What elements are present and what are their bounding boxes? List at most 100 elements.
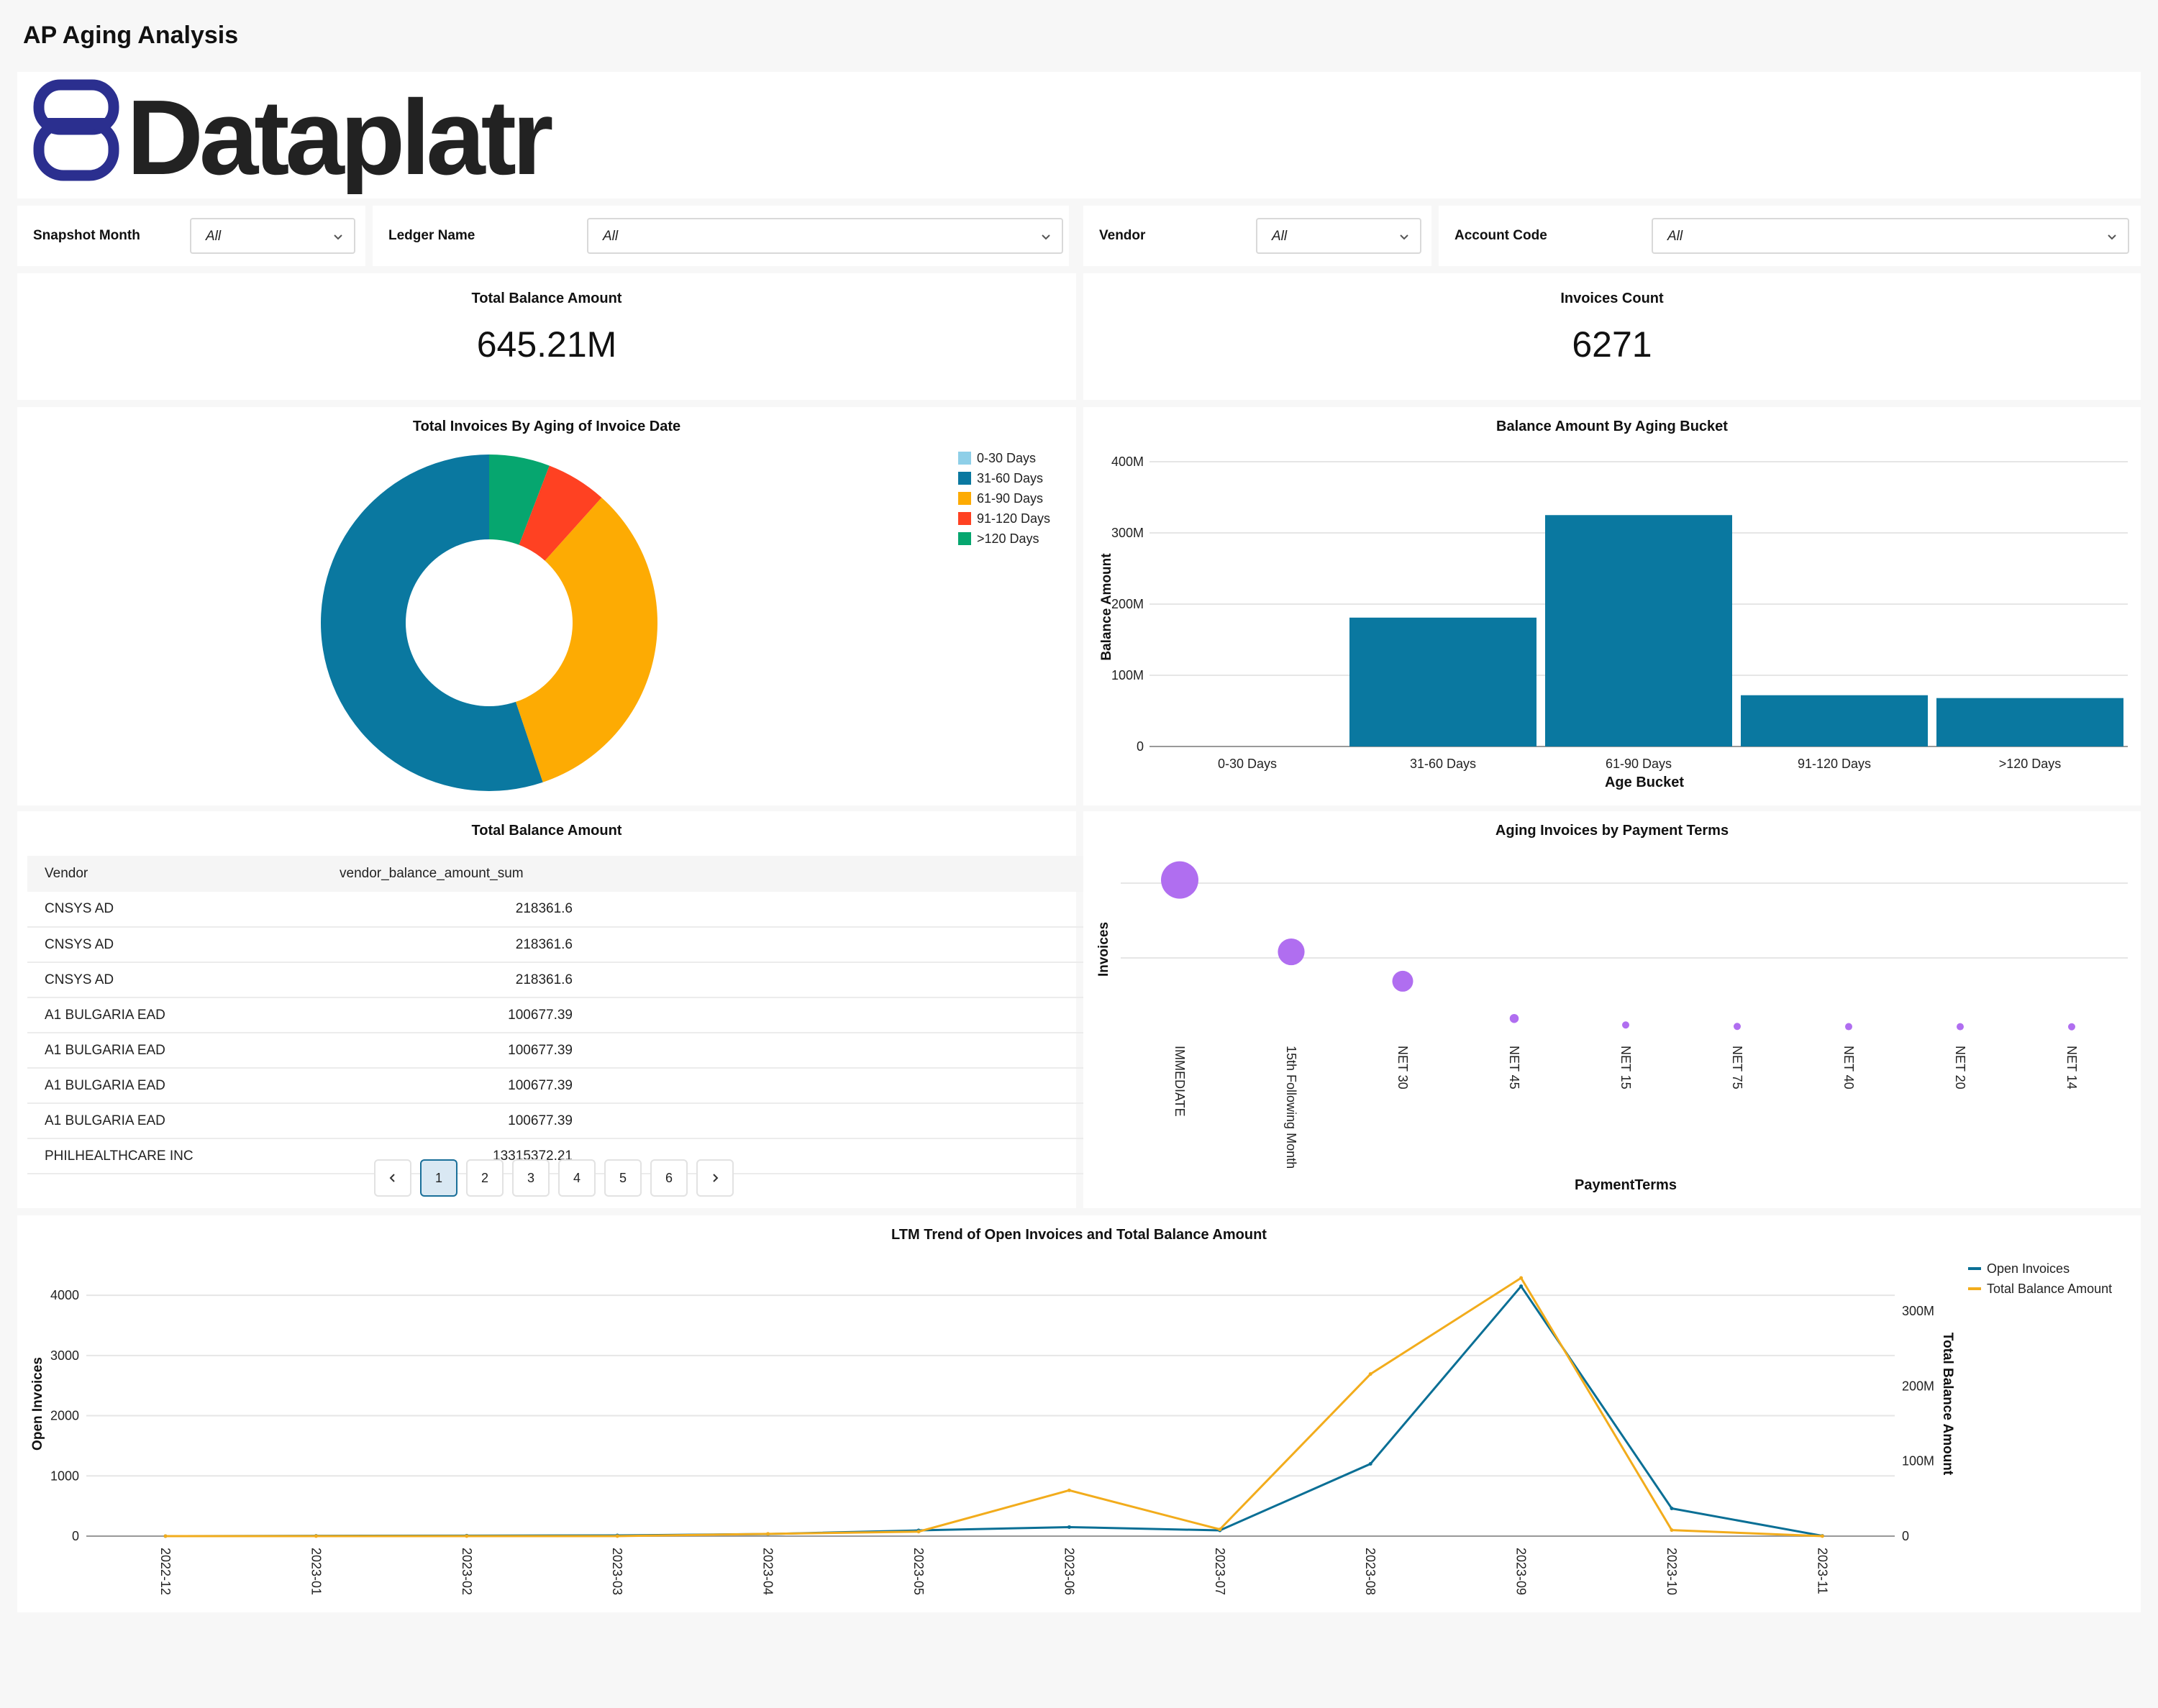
bubble-chart-card: Aging Invoices by Payment Terms Invoices… [1083,811,2141,1208]
x-tick-label: 61-90 Days [1606,757,1672,771]
x-tick-label: IMMEDIATE [1173,1046,1187,1117]
bubble-point [1734,1023,1741,1031]
vendor-table-card: Total Balance Amount Vendor vendor_balan… [17,811,1083,1208]
y-tick-label: 0 [72,1529,79,1543]
chevron-down-icon [1042,234,1050,240]
legend-swatch [958,452,971,465]
y-tick-label: 300M [1111,526,1144,540]
table-row: A1 BULGARIA EAD 100677.39 [27,997,1083,1033]
vendor-table: Vendor vendor_balance_amount_sum CNSYS A… [27,856,1083,1174]
chevron-right-icon [713,1174,719,1182]
x-tick-label: 2023-10 [1665,1548,1679,1595]
select-value: All [206,229,222,244]
vendor-select[interactable]: All [1256,218,1421,254]
x-tick-label: 91-120 Days [1798,757,1871,771]
legend-swatch [958,492,971,505]
kpi-title: Invoices Count [1560,291,1664,306]
x-axis-label: PaymentTerms [1575,1177,1677,1193]
x-tick-label: NET 45 [1507,1046,1521,1090]
snapshot-month-select[interactable]: All [190,218,355,254]
vendor-cell: A1 BULGARIA EAD [45,1042,165,1058]
chevron-down-icon [2108,234,2116,240]
legend-label: 0-30 Days [977,451,1036,465]
vendor-cell: A1 BULGARIA EAD [45,1113,165,1128]
bubble-point [1845,1023,1852,1031]
legend-label: Open Invoices [1987,1261,2070,1276]
series-point [1670,1506,1674,1510]
page-4-button[interactable]: 4 [558,1159,596,1197]
column-header-vendor[interactable]: Vendor [27,856,322,892]
kpi-value: 6271 [1572,324,1652,365]
filter-snapshot-month: Snapshot Month All [17,206,365,266]
filter-label: Ledger Name [388,228,475,243]
bubble-point [1392,970,1413,992]
select-value: All [603,229,619,244]
bar--120-days [1936,698,2123,746]
next-page-button[interactable] [696,1159,734,1197]
series-point [1670,1528,1674,1533]
series-line-open-invoices [165,1284,1823,1538]
series-point [314,1534,318,1538]
bubble-chart: Invoices PaymentTerms IMMEDIATE 15th Foll… [1096,861,2128,1193]
column-header-balance[interactable]: vendor_balance_amount_sum [322,856,1083,892]
page-1-button[interactable]: 1 [420,1159,457,1197]
kpi-total-balance: Total Balance Amount 645.21M [17,273,1076,400]
table-row: A1 BULGARIA EAD 100677.39 [27,1068,1083,1103]
x-tick-label: 2023-08 [1363,1548,1378,1595]
select-value: All [1272,229,1288,244]
vendor-cell: A1 BULGARIA EAD [45,1007,165,1023]
filter-label: Vendor [1099,228,1146,243]
page-2-button[interactable]: 2 [466,1159,504,1197]
pagination: 1 2 3 4 5 6 [374,1159,734,1197]
bar-91-120-days [1741,695,1928,746]
y-tick-label: 200M [1111,597,1144,611]
bar-31-60-days [1349,617,1536,746]
bubble-point [1278,938,1305,966]
dataplatr-logo: Dataplatr [33,78,557,194]
y-tick-label: 1000 [50,1469,79,1483]
account-code-select[interactable]: All [1652,218,2129,254]
legend-swatch [958,532,971,545]
table-row: A1 BULGARIA EAD 100677.39 [27,1033,1083,1068]
y-tick-label: 2000 [50,1409,79,1423]
x-tick-label: 2023-06 [1062,1548,1076,1595]
vendor-cell: CNSYS AD [45,901,114,916]
legend-swatch [958,472,971,485]
x-tick-label: NET 40 [1841,1046,1856,1090]
x-tick-label: 2023-01 [309,1548,323,1595]
y2-axis-label: Total Balance Amount [1940,1333,1955,1476]
page-5-button[interactable]: 5 [604,1159,642,1197]
x-tick-label: NET 15 [1618,1046,1633,1090]
x-tick-label: 2023-05 [911,1548,926,1595]
chevron-left-icon [389,1174,395,1182]
series-line-total-balance-amount [165,1276,1823,1538]
series-point [1820,1534,1824,1538]
y2-tick-label: 300M [1902,1304,1934,1318]
trend-chart: Open Invoices Total Balance Amount 0 1000… [30,1261,2112,1595]
bubble-point [1622,1021,1629,1029]
y-tick-label: 100M [1111,668,1144,682]
legend-label: 61-90 Days [977,491,1043,506]
series-point [916,1530,921,1534]
chevron-down-icon [334,234,342,240]
y-tick-label: 3000 [50,1348,79,1363]
legend-label: 31-60 Days [977,471,1043,485]
donut-chart-card: Total Invoices By Aging of Invoice Date … [17,407,1076,805]
chevron-down-icon [1400,234,1408,240]
x-tick-label: NET 14 [2064,1046,2079,1090]
vendor-cell: A1 BULGARIA EAD [45,1077,165,1093]
filter-label: Snapshot Month [33,228,140,243]
series-point [615,1534,619,1538]
page-6-button[interactable]: 6 [650,1159,688,1197]
page-3-button[interactable]: 3 [512,1159,550,1197]
prev-page-button[interactable] [374,1159,411,1197]
bar-chart: Balance Amount Age Bucket 0100M200M300M4… [1099,455,2128,790]
ledger-name-select[interactable]: All [587,218,1063,254]
table-row: A1 BULGARIA EAD 100677.39 [27,1103,1083,1138]
dataplatr-logo-wordmark: Dataplatr [127,78,552,194]
x-tick-label: 2023-04 [761,1548,775,1595]
table-title: Total Balance Amount [471,823,622,839]
bubble-point [1161,861,1198,899]
select-value: All [1667,229,1683,244]
x-tick-label: 2023-07 [1213,1548,1227,1595]
